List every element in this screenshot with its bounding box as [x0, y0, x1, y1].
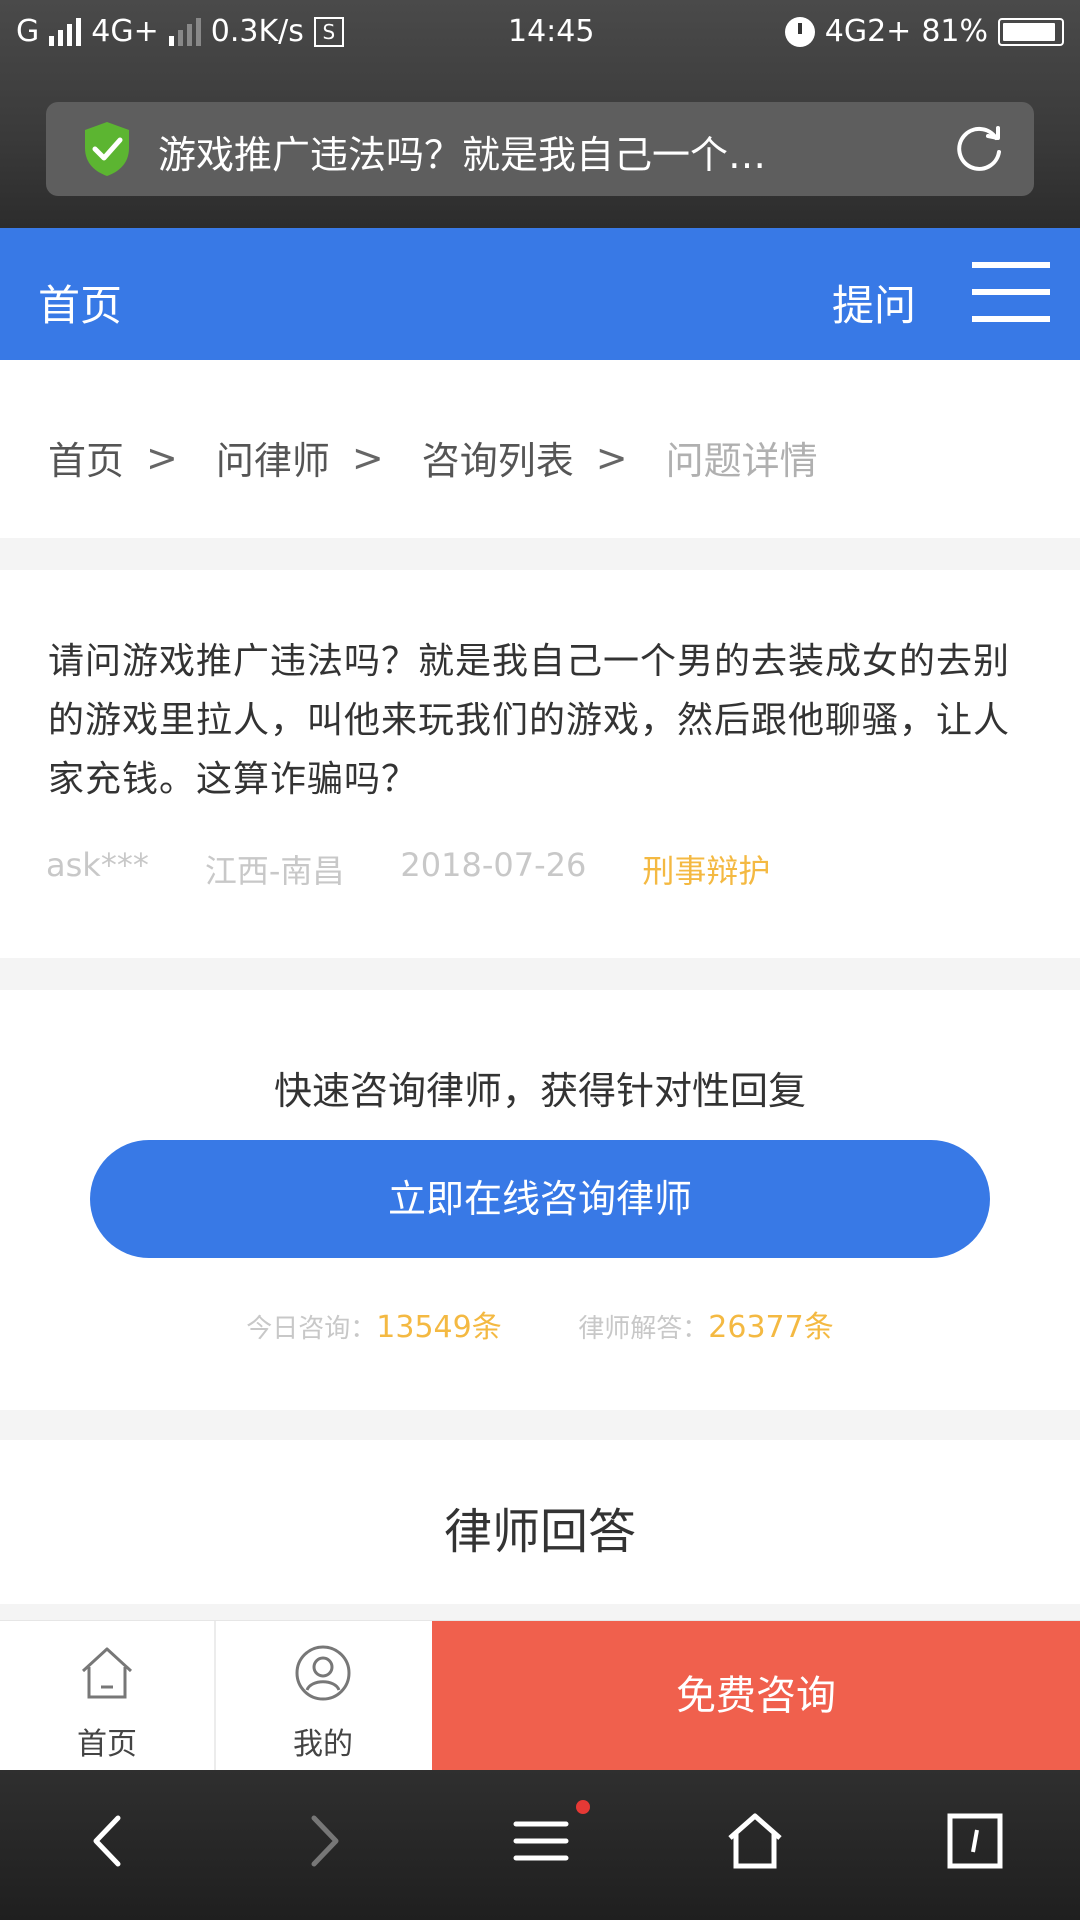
answers-title: 律师回答: [443, 1504, 636, 1560]
browser-nav-bar: [0, 1770, 1080, 1920]
carrier-label: G: [16, 14, 40, 49]
menu-icon[interactable]: [506, 1806, 576, 1876]
tab-mine[interactable]: 我的: [216, 1621, 430, 1771]
breadcrumb-separator: >: [595, 435, 628, 480]
online-consult-button[interactable]: 立即在线咨询律师: [90, 1140, 990, 1258]
today-consult-label: 今日咨询：: [246, 1314, 377, 1344]
alarm-icon: [784, 16, 815, 47]
lawyer-answers-unit: 条: [803, 1310, 834, 1345]
question-date: 2018-07-26: [400, 846, 587, 884]
question-text: 请问游戏推广违法吗？就是我自己一个男的去装成女的去别的游戏里拉人，叫他来玩我们的…: [48, 641, 1011, 800]
shield-check-icon: [85, 122, 129, 176]
consult-stats: 今日咨询：13549条 律师解答：26377条: [0, 1302, 1080, 1346]
forward-icon[interactable]: [288, 1806, 358, 1876]
question-category-tag[interactable]: 刑事辩护: [642, 846, 770, 892]
browser-top-area: G 4G+ 0.3K/s S 14:45 4G2+ 81% 游戏推广违法吗？就是…: [0, 0, 1080, 228]
battery-label: 81%: [921, 14, 988, 49]
ask-question-link[interactable]: 提问: [832, 272, 916, 333]
free-consult-button[interactable]: 免费咨询: [432, 1621, 1080, 1771]
back-icon[interactable]: [74, 1806, 144, 1876]
clock: 14:45: [508, 14, 595, 49]
question-location: 江西-南昌: [204, 852, 345, 890]
address-bar[interactable]: 游戏推广违法吗？就是我自己一个…: [46, 102, 1034, 196]
hamburger-menu-icon[interactable]: [972, 262, 1050, 322]
speed-label: 0.3K/s: [210, 14, 304, 49]
signal-icon-2: [168, 17, 201, 46]
home-icon: [81, 1647, 133, 1699]
status-bar: G 4G+ 0.3K/s S 14:45 4G2+ 81%: [16, 14, 1064, 58]
network2-label: 4G2+: [824, 14, 912, 49]
today-consult-count: 13549: [376, 1310, 472, 1345]
s-app-icon: S: [313, 16, 344, 47]
header-home-link[interactable]: 首页: [38, 272, 122, 333]
tab-home[interactable]: 首页: [0, 1621, 216, 1771]
reload-icon[interactable]: [950, 120, 1008, 178]
page-title-in-address-bar: 游戏推广违法吗？就是我自己一个…: [158, 133, 767, 177]
bottom-tab-bar: 首页 我的 免费咨询: [0, 1620, 1080, 1771]
tab-home-label: 首页: [77, 1727, 137, 1762]
breadcrumb-separator: >: [146, 435, 178, 480]
breadcrumb-current: 问题详情: [665, 439, 818, 483]
home-icon[interactable]: [720, 1806, 790, 1876]
consult-title: 快速咨询律师，获得针对性回复: [273, 1069, 806, 1113]
notification-dot: [576, 1800, 590, 1814]
network-label: 4G+: [91, 14, 159, 49]
site-header: 首页 提问: [0, 228, 1080, 360]
breadcrumb-consult-list[interactable]: 咨询列表: [422, 430, 574, 485]
today-consult-unit: 条: [471, 1310, 502, 1345]
question-card: 请问游戏推广违法吗？就是我自己一个男的去装成女的去别的游戏里拉人，叫他来玩我们的…: [0, 570, 1080, 958]
tab-mine-label: 我的: [293, 1727, 353, 1762]
lawyer-answers-count: 26377: [708, 1310, 804, 1345]
user-icon: [295, 1645, 351, 1701]
signal-icon: [49, 17, 82, 46]
question-meta: ask*** 江西-南昌 2018-07-26 刑事辩护: [46, 846, 826, 892]
breadcrumb-ask-lawyer[interactable]: 问律师: [216, 430, 330, 485]
lawyer-answers-label: 律师解答：: [578, 1314, 709, 1344]
breadcrumb-home[interactable]: 首页: [48, 430, 124, 485]
answers-section: 律师回答: [0, 1440, 1080, 1604]
breadcrumb: 首页 > 问律师 > 咨询列表 > 问题详情: [0, 360, 1080, 538]
question-user: ask***: [46, 846, 149, 884]
breadcrumb-separator: >: [351, 435, 384, 480]
consult-card: 快速咨询律师，获得针对性回复 立即在线咨询律师 今日咨询：13549条 律师解答…: [0, 990, 1080, 1410]
tabs-icon[interactable]: [940, 1806, 1010, 1876]
battery-icon: [998, 17, 1064, 46]
